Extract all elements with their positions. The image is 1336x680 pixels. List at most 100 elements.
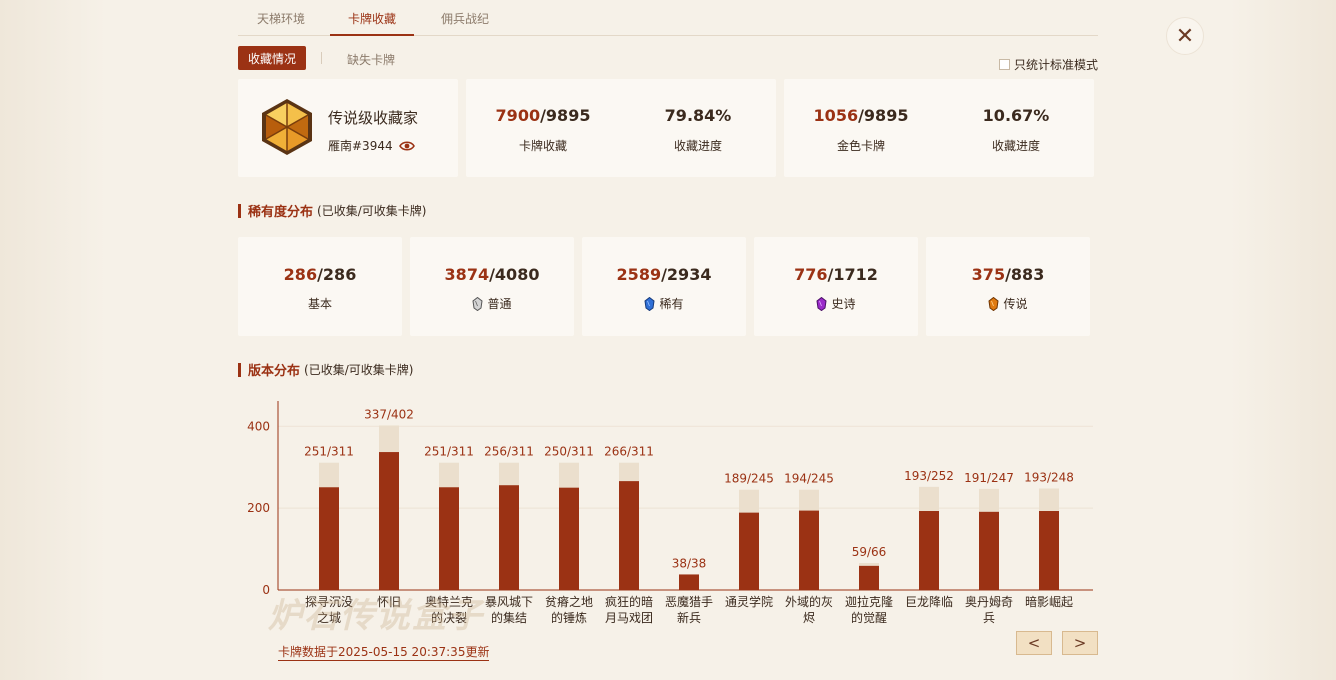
rarity-total: /1712 bbox=[827, 265, 878, 284]
chevron-right-icon: > bbox=[1073, 634, 1087, 652]
cards-progress-value: 79.84% bbox=[664, 106, 732, 125]
golden-total-value: /9895 bbox=[858, 106, 909, 125]
standard-only-label: 只统计标准模式 bbox=[1014, 58, 1099, 72]
subtab-collection-status[interactable]: 收藏情况 bbox=[238, 46, 306, 70]
rare-gem-icon bbox=[644, 296, 656, 311]
bar-owned[interactable] bbox=[799, 510, 819, 590]
x-tick-label: 外域的灰 bbox=[785, 594, 833, 609]
rarity-card-rare: 2589/2934 稀有 bbox=[582, 237, 746, 336]
subtab-missing-cards[interactable]: 缺失卡牌 bbox=[347, 51, 395, 68]
bar-owned[interactable] bbox=[859, 565, 879, 590]
tab-mercenaries[interactable]: 佣兵战纪 bbox=[438, 10, 492, 36]
rarity-section-header: 稀有度分布 (已收集/可收集卡牌) bbox=[238, 201, 426, 220]
cards-owned-stat: 7900/9895 卡牌收藏 bbox=[478, 106, 608, 154]
rarity-owned: 286 bbox=[283, 265, 318, 284]
golden-progress-stat: 10.67% 收藏进度 bbox=[951, 106, 1081, 154]
rarity-card-basic: 286/286 基本 bbox=[238, 237, 402, 336]
rarity-label: 普通 bbox=[487, 297, 512, 311]
profile-title: 传说级收藏家 bbox=[328, 109, 419, 127]
bar-data-label: 38/38 bbox=[672, 556, 707, 570]
golden-owned-value: 1056 bbox=[813, 106, 859, 125]
rarity-label: 传说 bbox=[1003, 297, 1028, 311]
bar-data-label: 266/311 bbox=[604, 445, 654, 459]
rarity-label: 基本 bbox=[307, 297, 332, 311]
golden-owned-stat: 1056/9895 金色卡牌 bbox=[796, 106, 926, 154]
rarity-owned: 776 bbox=[794, 265, 828, 284]
cards-owned-value: 7900 bbox=[495, 106, 541, 125]
x-tick-label: 迦拉克隆 bbox=[845, 594, 893, 609]
bar-data-label: 251/311 bbox=[304, 445, 354, 459]
rarity-card-legendary: 375/883 传说 bbox=[926, 237, 1090, 336]
bar-data-label: 337/402 bbox=[364, 407, 414, 421]
close-button[interactable]: ✕ bbox=[1166, 17, 1204, 55]
bar-owned[interactable] bbox=[1039, 511, 1059, 590]
rarity-total: /883 bbox=[1005, 265, 1045, 284]
rarity-label: 史诗 bbox=[831, 297, 856, 311]
profile-card: 传说级收藏家 雁南#3944 bbox=[238, 79, 458, 177]
x-tick-label: 奥丹姆奇 bbox=[965, 595, 1013, 609]
card-collection-card: 7900/9895 卡牌收藏 79.84% 收藏进度 bbox=[466, 79, 776, 177]
x-tick-label: 暴风城下 bbox=[485, 595, 533, 609]
subtab-divider bbox=[321, 52, 322, 64]
chevron-left-icon: < bbox=[1027, 634, 1041, 652]
version-section-subtitle: (已收集/可收集卡牌) bbox=[304, 363, 414, 377]
bar-owned[interactable] bbox=[319, 487, 339, 590]
top-tab-bar: 天梯环境 卡牌收藏 佣兵战纪 bbox=[238, 0, 1098, 36]
x-tick-label: 疯狂的暗 bbox=[605, 594, 653, 609]
bar-data-label: 250/311 bbox=[544, 445, 594, 459]
cards-total-value: /9895 bbox=[540, 106, 591, 125]
y-tick-label: 400 bbox=[247, 419, 270, 433]
standard-only-checkbox[interactable] bbox=[999, 59, 1010, 70]
bar-owned[interactable] bbox=[619, 481, 639, 590]
y-tick-label: 200 bbox=[247, 501, 270, 515]
golden-collection-card: 1056/9895 金色卡牌 10.67% 收藏进度 bbox=[784, 79, 1094, 177]
bar-data-label: 256/311 bbox=[484, 445, 534, 459]
x-tick-label: 恶魔猎手 bbox=[665, 594, 713, 609]
x-tick-label: 巨龙降临 bbox=[905, 595, 953, 609]
bar-data-label: 193/252 bbox=[904, 469, 954, 483]
update-timestamp: 卡牌数据于2025-05-15 20:37:35更新 bbox=[278, 645, 490, 661]
tab-ladder[interactable]: 天梯环境 bbox=[254, 10, 308, 36]
bar-data-label: 59/66 bbox=[852, 545, 887, 559]
battletag-text: 雁南#3944 bbox=[328, 139, 393, 153]
eye-icon[interactable] bbox=[398, 140, 415, 152]
tab-collection[interactable]: 卡牌收藏 bbox=[330, 10, 414, 36]
bar-owned[interactable] bbox=[919, 511, 939, 590]
bar-data-label: 194/245 bbox=[784, 472, 834, 486]
rarity-section-subtitle: (已收集/可收集卡牌) bbox=[317, 204, 427, 218]
standard-only-toggle[interactable]: 只统计标准模式 bbox=[999, 56, 1098, 73]
bar-owned[interactable] bbox=[559, 487, 579, 590]
cards-owned-label: 卡牌收藏 bbox=[518, 139, 567, 153]
bar-data-label: 189/245 bbox=[724, 472, 774, 486]
golden-owned-label: 金色卡牌 bbox=[836, 139, 885, 153]
version-section-title: 版本分布 bbox=[248, 364, 301, 379]
rarity-section-title: 稀有度分布 bbox=[248, 205, 314, 220]
next-page-button[interactable]: > bbox=[1062, 631, 1098, 655]
epic-gem-icon bbox=[816, 296, 828, 311]
rarity-card-epic: 776/1712 史诗 bbox=[754, 237, 918, 336]
x-tick-label: 新兵 bbox=[677, 610, 701, 625]
rarity-owned: 2589 bbox=[616, 265, 662, 284]
x-tick-label: 的锤炼 bbox=[551, 610, 587, 625]
section-marker bbox=[238, 362, 241, 377]
x-tick-label: 暗影崛起 bbox=[1025, 594, 1073, 609]
legendary-collector-badge-icon bbox=[260, 98, 314, 156]
bar-owned[interactable] bbox=[739, 512, 759, 590]
x-tick-label: 兵 bbox=[983, 611, 995, 625]
collection-panel: 天梯环境 卡牌收藏 佣兵战纪 ✕ 收藏情况 缺失卡牌 只统计标准模式 传说级收藏… bbox=[0, 0, 1336, 680]
x-tick-label: 月马戏团 bbox=[605, 611, 653, 625]
x-tick-label: 的集结 bbox=[491, 610, 527, 625]
bar-owned[interactable] bbox=[439, 487, 459, 590]
bar-owned[interactable] bbox=[499, 485, 519, 590]
x-tick-label: 贫瘠之地 bbox=[545, 594, 593, 609]
bar-owned[interactable] bbox=[979, 511, 999, 590]
bar-owned[interactable] bbox=[379, 452, 399, 590]
bar-data-label: 191/247 bbox=[964, 471, 1014, 485]
rarity-total: /2934 bbox=[661, 265, 712, 284]
section-marker bbox=[238, 203, 241, 218]
watermark-logo: 炉石传说盒子 bbox=[268, 596, 484, 636]
prev-page-button[interactable]: < bbox=[1016, 631, 1052, 655]
profile-battletag: 雁南#3944 bbox=[328, 137, 415, 154]
bar-owned[interactable] bbox=[679, 574, 699, 590]
bar-data-label: 251/311 bbox=[424, 445, 474, 459]
